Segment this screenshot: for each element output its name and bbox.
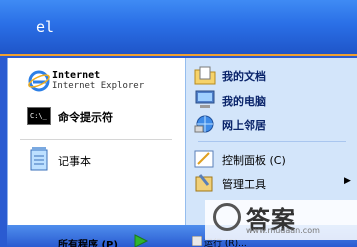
start-menu: el Internet Internet Explorer C:\_ 命令提示符… bbox=[0, 0, 357, 247]
right-item-admin-tools[interactable]: 管理工具 ▶ bbox=[192, 172, 352, 194]
watermark-logo bbox=[213, 203, 241, 231]
right-item-my-computer[interactable]: 我的电脑 bbox=[192, 89, 352, 111]
network-places-label: 网上邻居 bbox=[222, 119, 266, 132]
green-arrow-icon[interactable] bbox=[133, 234, 149, 247]
internet-subtitle: Internet Explorer bbox=[52, 81, 145, 91]
computer-icon bbox=[195, 90, 215, 108]
folder-documents-icon bbox=[194, 66, 216, 85]
my-computer-label: 我的电脑 bbox=[222, 95, 266, 108]
start-menu-header: el bbox=[0, 0, 357, 56]
notepad-icon bbox=[30, 147, 48, 171]
program-cmd[interactable]: C:\_ 命令提示符 bbox=[25, 104, 175, 128]
my-documents-label: 我的文档 bbox=[222, 70, 266, 83]
run-icon bbox=[192, 236, 202, 246]
right-item-control-panel[interactable]: 控制面板 (C) bbox=[192, 148, 352, 170]
notepad-label: 记事本 bbox=[58, 155, 91, 168]
submenu-arrow-icon: ▶ bbox=[344, 176, 351, 186]
control-panel-icon bbox=[194, 150, 214, 168]
right-item-network-places[interactable]: 网上邻居 bbox=[192, 113, 352, 135]
svg-text:C:\_: C:\_ bbox=[30, 112, 48, 120]
all-programs-label[interactable]: 所有程序 (P) bbox=[58, 236, 118, 247]
internet-title: Internet bbox=[52, 70, 101, 81]
watermark-url: www.mudaan.com bbox=[246, 226, 320, 235]
program-notepad[interactable]: 记事本 bbox=[25, 146, 175, 172]
admin-tools-label: 管理工具 bbox=[222, 178, 266, 191]
admin-tools-icon bbox=[195, 174, 213, 192]
right-separator bbox=[198, 141, 346, 142]
command-prompt-icon: C:\_ bbox=[27, 107, 51, 125]
internet-explorer-icon bbox=[28, 70, 50, 92]
username: el bbox=[36, 18, 55, 36]
control-panel-label: 控制面板 (C) bbox=[222, 154, 286, 167]
cmd-label: 命令提示符 bbox=[58, 111, 113, 124]
network-icon bbox=[194, 115, 214, 133]
left-separator bbox=[20, 139, 172, 140]
right-item-my-documents[interactable]: 我的文档 bbox=[192, 64, 352, 86]
